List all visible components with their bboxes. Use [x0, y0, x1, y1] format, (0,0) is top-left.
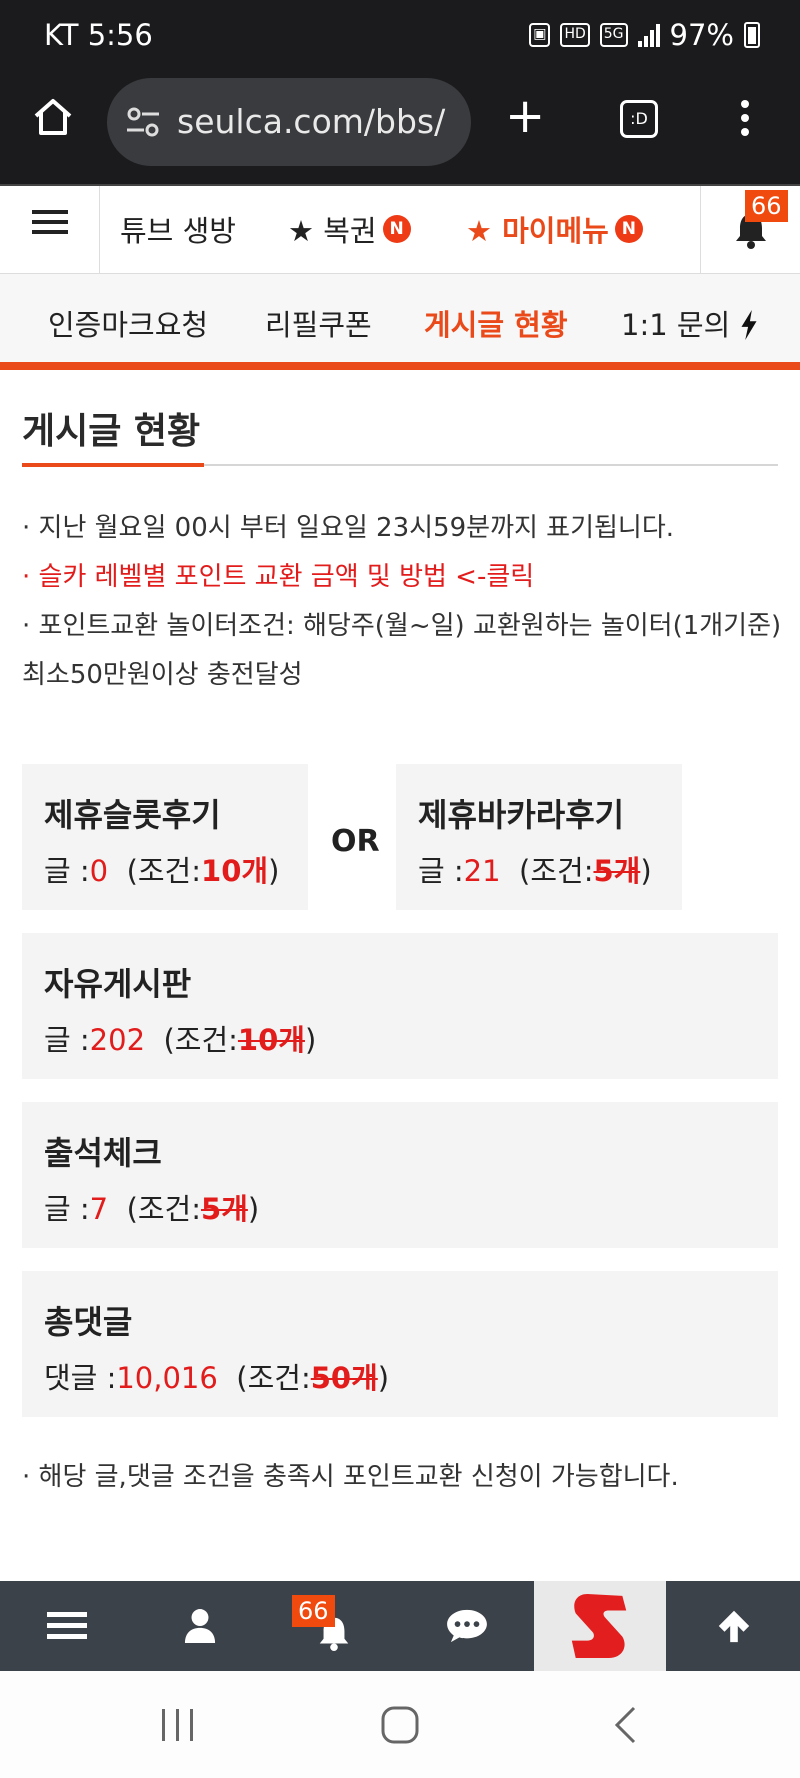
card-title: 자유게시판	[44, 965, 192, 1003]
card-count-line: 글 :0 (조건:10개)	[44, 854, 280, 888]
tab-post-status[interactable]: 게시글 현황	[424, 302, 568, 344]
card-title: 제휴슬롯후기	[44, 796, 221, 834]
user-icon	[184, 1609, 215, 1643]
site-menu-bar: 튜브 생방 ★ 복권 N ★ 마이메뉴 N 66	[0, 184, 800, 274]
card-title: 제휴바카라후기	[418, 796, 625, 834]
post-count: 21	[463, 854, 501, 888]
condition-value: 10개	[237, 1023, 305, 1057]
card-count-line: 글 :21 (조건:5개)	[418, 854, 652, 888]
menu-item-my-menu[interactable]: ★ 마이메뉴 N	[466, 208, 643, 250]
scroll-to-top-button[interactable]	[667, 1581, 800, 1671]
or-label: OR	[331, 824, 380, 859]
page-title: 게시글 현황	[22, 411, 201, 452]
hd-voice-icon: HD	[560, 23, 590, 47]
signal-icon	[637, 23, 660, 47]
condition-value: 50개	[310, 1361, 378, 1395]
browser-toolbar: seulca.com/bbs/ + :D	[0, 72, 800, 184]
notice-period: · 지난 월요일 00시 부터 일요일 23시59분까지 표기됩니다.	[22, 513, 675, 543]
more-menu-icon[interactable]	[738, 100, 752, 140]
list-menu-icon	[46, 1612, 87, 1639]
notice-exchange-link[interactable]: · 슬카 레벨별 포인트 교환 금액 및 방법 <-클릭	[22, 553, 782, 602]
new-tab-icon[interactable]: +	[505, 92, 545, 140]
chat-bubble-icon	[446, 1609, 487, 1643]
android-nav-bar	[0, 1671, 800, 1778]
footer-notice: · 해당 글,댓글 조건을 충족시 포인트교환 신청이 가능합니다.	[22, 1462, 679, 1492]
tab-cert-mark-request[interactable]: 인증마크요청	[48, 302, 208, 344]
bottom-app-nav: 66	[0, 1581, 800, 1671]
bottom-menu-button[interactable]	[0, 1581, 133, 1671]
stat-card-slot-review: 제휴슬롯후기 글 :0 (조건:10개)	[22, 764, 308, 910]
battery-percent: 97%	[669, 18, 734, 52]
status-icons: ▣ HD 5G 97%	[529, 18, 760, 52]
address-bar[interactable]: seulca.com/bbs/	[107, 78, 471, 166]
status-bar: KT 5:56 ▣ HD 5G 97%	[0, 0, 800, 72]
card-title: 출석체크	[44, 1134, 162, 1172]
5g-icon: 5G	[599, 23, 628, 47]
card-title: 총댓글	[44, 1303, 133, 1341]
home-nav-icon[interactable]	[380, 1705, 420, 1745]
condition-value: 5개	[593, 854, 641, 888]
stat-card-baccarat-review: 제휴바카라후기 글 :21 (조건:5개)	[396, 764, 682, 910]
title-divider-accent	[22, 463, 204, 467]
post-count: 0	[89, 854, 109, 888]
condition-value: 5개	[201, 1192, 248, 1226]
recent-apps-icon[interactable]	[158, 1707, 198, 1743]
battery-icon	[744, 22, 760, 48]
bottom-notification-button[interactable]: 66	[267, 1581, 400, 1671]
tab-refill-coupon[interactable]: 리필쿠폰	[265, 302, 372, 344]
tab-switcher-button[interactable]: :D	[620, 100, 658, 138]
menu-item-tube-live[interactable]: 튜브 생방	[120, 208, 236, 250]
stat-card-free-board: 자유게시판 글 :202 (조건:10개)	[22, 933, 778, 1079]
card-count-line: 댓글 :10,016 (조건:50개)	[44, 1361, 390, 1395]
new-badge: N	[614, 215, 643, 243]
tab-inquiry[interactable]: 1:1 문의	[621, 302, 759, 344]
stat-card-total-comments: 총댓글 댓글 :10,016 (조건:50개)	[22, 1271, 778, 1417]
card-count-line: 글 :202 (조건:10개)	[44, 1023, 317, 1057]
notification-count-badge: 66	[292, 1595, 335, 1627]
hamburger-menu-icon[interactable]	[0, 186, 100, 274]
bottom-chat-button[interactable]	[400, 1581, 533, 1671]
clipboard-icon: ▣	[529, 23, 551, 47]
card-count-line: 글 :7 (조건:5개)	[44, 1192, 260, 1226]
sub-nav: 인증마크요청 리필쿠폰 게시글 현황 1:1 문의	[0, 274, 800, 370]
site-settings-icon[interactable]	[125, 104, 161, 140]
new-badge: N	[382, 215, 411, 243]
seulca-logo-icon	[571, 1593, 627, 1659]
bottom-profile-button[interactable]	[133, 1581, 266, 1671]
menu-item-lottery[interactable]: ★ 복권 N	[288, 208, 411, 250]
notification-count-badge: 66	[745, 190, 788, 222]
post-count: 202	[89, 1023, 146, 1057]
arrow-up-icon	[718, 1610, 749, 1643]
home-icon[interactable]	[30, 94, 76, 140]
comment-count: 10,016	[116, 1361, 218, 1395]
stat-card-attendance: 출석체크 글 :7 (조건:5개)	[22, 1102, 778, 1248]
post-count: 7	[89, 1192, 109, 1226]
status-time: KT 5:56	[44, 18, 153, 52]
back-nav-icon[interactable]	[612, 1705, 638, 1745]
condition-value: 10개	[201, 854, 269, 888]
site-logo-button[interactable]	[534, 1581, 666, 1671]
notice-exchange-condition: · 포인트교환 놀이터조건: 해당주(월~일) 교환원하는 놀이터(1개기준) …	[22, 611, 782, 690]
url-text[interactable]: seulca.com/bbs/	[177, 102, 457, 141]
lightning-icon	[741, 309, 758, 341]
notification-button[interactable]: 66	[700, 186, 800, 274]
